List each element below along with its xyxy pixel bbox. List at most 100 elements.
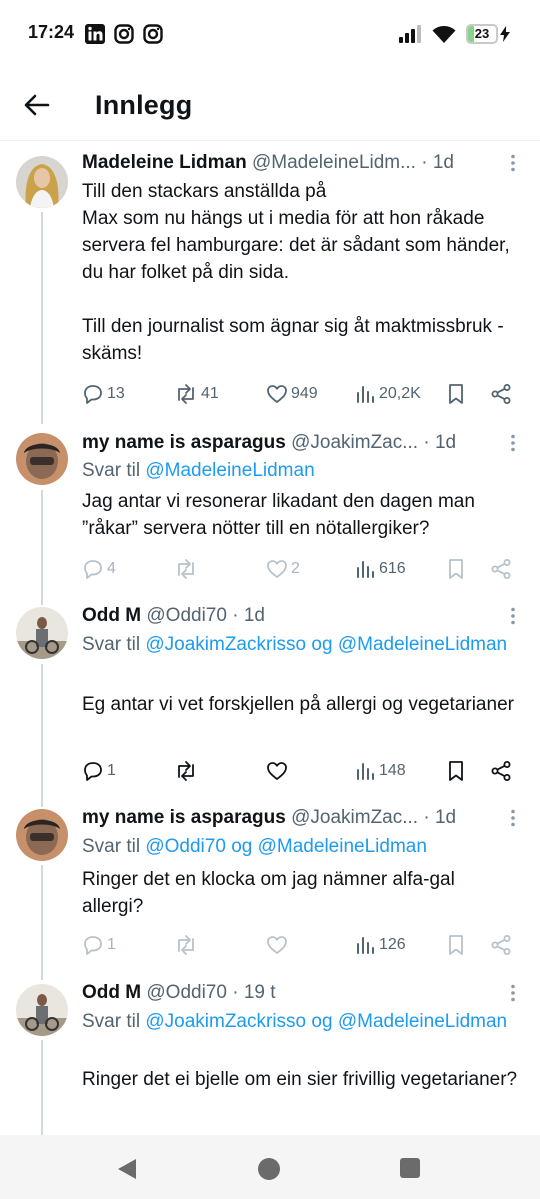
bookmark-icon	[449, 935, 463, 955]
post-time[interactable]: · 1d	[423, 432, 456, 453]
post[interactable]: Odd M @Oddi70 · 1d Svar til @JoakimZackr…	[0, 603, 540, 793]
repost-button[interactable]	[174, 932, 201, 958]
like-button[interactable]: 2	[266, 556, 300, 582]
repost-button[interactable]	[174, 758, 201, 784]
post[interactable]: my name is asparagus @JoakimZac... · 1d …	[0, 805, 540, 970]
instagram-icon	[143, 24, 163, 44]
views-button[interactable]: 616	[354, 556, 406, 582]
author-name[interactable]: Odd M	[82, 982, 141, 1003]
more-options-icon[interactable]	[508, 154, 518, 172]
mention-link[interactable]: @JoakimZackrisso	[145, 634, 306, 655]
author-handle[interactable]: @Oddi70	[146, 605, 227, 626]
repost-button[interactable]	[174, 556, 201, 582]
like-button[interactable]	[266, 932, 291, 958]
author-handle[interactable]: @JoakimZac...	[291, 432, 418, 453]
repost-button[interactable]: 41	[174, 381, 219, 407]
bookmark-button[interactable]	[446, 758, 466, 784]
mention-link[interactable]: @Oddi70	[145, 836, 226, 857]
mention-link[interactable]: @JoakimZackrisso	[145, 1011, 306, 1032]
post-time[interactable]: · 19 t	[232, 982, 275, 1003]
share-icon	[491, 559, 511, 579]
avatar[interactable]	[16, 433, 68, 485]
mention-joiner: og	[231, 836, 253, 857]
reply-button[interactable]: 1	[82, 758, 116, 784]
more-options-icon[interactable]	[508, 607, 518, 625]
avatar[interactable]	[16, 984, 68, 1036]
mention-link[interactable]: @MadeleineLidman	[145, 460, 314, 481]
post-time[interactable]: · 1d	[421, 152, 454, 173]
mention-link[interactable]: @MadeleineLidman	[338, 634, 507, 655]
mention-joiner: og	[311, 1011, 333, 1032]
more-options-icon[interactable]	[508, 809, 518, 827]
share-icon	[491, 935, 511, 955]
reply-to-line: Svar til @MadeleineLidman	[82, 457, 520, 484]
home-circle-icon[interactable]	[257, 1157, 281, 1181]
author-handle[interactable]: @Oddi70	[146, 982, 227, 1003]
bookmark-button[interactable]	[446, 932, 466, 958]
like-count: 2	[291, 560, 300, 577]
share-button[interactable]	[490, 758, 512, 784]
author-name[interactable]: Madeleine Lidman	[82, 152, 247, 173]
recents-square-icon[interactable]	[399, 1157, 421, 1179]
mention-link[interactable]: @MadeleineLidman	[258, 836, 427, 857]
analytics-icon	[357, 763, 374, 780]
post-header: Odd M @Oddi70 · 19 t	[82, 980, 520, 1006]
reply-button[interactable]: 1	[82, 932, 116, 958]
status-time: 17:24	[28, 22, 75, 42]
reply-button[interactable]: 4	[82, 556, 116, 582]
author-name[interactable]: my name is asparagus	[82, 432, 286, 453]
reply-count: 4	[107, 560, 116, 577]
view-count: 126	[379, 936, 406, 953]
back-triangle-icon[interactable]	[116, 1157, 138, 1181]
bookmark-button[interactable]	[446, 381, 466, 407]
bookmark-button[interactable]	[446, 556, 466, 582]
author-name[interactable]: Odd M	[82, 605, 141, 626]
views-button[interactable]: 148	[354, 758, 406, 784]
view-count: 148	[379, 762, 406, 779]
repost-count: 41	[201, 385, 219, 402]
signal-icon	[399, 25, 421, 43]
back-arrow-icon[interactable]	[22, 90, 52, 120]
repost-icon	[178, 384, 194, 404]
more-options-icon[interactable]	[508, 984, 518, 1002]
bookmark-icon	[449, 761, 463, 781]
post-time[interactable]: · 1d	[232, 605, 265, 626]
post-actions: 13 41 949 20,2K	[82, 381, 522, 407]
avatar[interactable]	[16, 809, 68, 861]
views-button[interactable]: 126	[354, 932, 406, 958]
reply-button[interactable]: 13	[82, 381, 125, 407]
mention-joiner: og	[311, 634, 333, 655]
analytics-icon	[357, 561, 374, 578]
avatar[interactable]	[16, 156, 68, 208]
author-name[interactable]: my name is asparagus	[82, 807, 286, 828]
author-handle[interactable]: @MadeleineLidm...	[252, 152, 416, 173]
charging-icon	[500, 26, 510, 42]
post-header: my name is asparagus @JoakimZac... · 1d	[82, 805, 520, 831]
reply-to-line: Svar til @JoakimZackrisso og @MadeleineL…	[82, 631, 520, 658]
post[interactable]: my name is asparagus @JoakimZac... · 1d …	[0, 430, 540, 590]
share-button[interactable]	[490, 932, 512, 958]
avatar[interactable]	[16, 607, 68, 659]
post-header: Madeleine Lidman @MadeleineLidm... · 1d	[82, 150, 520, 176]
bookmark-icon	[449, 559, 463, 579]
post[interactable]: Madeleine Lidman @MadeleineLidm... · 1d …	[0, 150, 540, 415]
views-button[interactable]: 20,2K	[354, 381, 421, 407]
share-button[interactable]	[490, 381, 512, 407]
more-options-icon[interactable]	[508, 434, 518, 452]
heart-icon	[267, 385, 287, 403]
post[interactable]: Odd M @Oddi70 · 19 t Svar til @JoakimZac…	[0, 980, 540, 1130]
wifi-icon	[432, 26, 456, 43]
share-icon	[491, 761, 511, 781]
like-count: 949	[291, 385, 318, 402]
author-handle[interactable]: @JoakimZac...	[291, 807, 418, 828]
mention-link[interactable]: @MadeleineLidman	[338, 1011, 507, 1032]
reply-icon	[84, 936, 102, 955]
reply-count: 13	[107, 385, 125, 402]
like-button[interactable]: 949	[266, 381, 318, 407]
post-time[interactable]: · 1d	[423, 807, 456, 828]
top-bar: Innlegg	[0, 66, 540, 141]
post-actions: 4 2 616	[82, 556, 522, 582]
share-button[interactable]	[490, 556, 512, 582]
like-button[interactable]	[266, 758, 291, 784]
battery-icon: 23	[466, 24, 510, 44]
